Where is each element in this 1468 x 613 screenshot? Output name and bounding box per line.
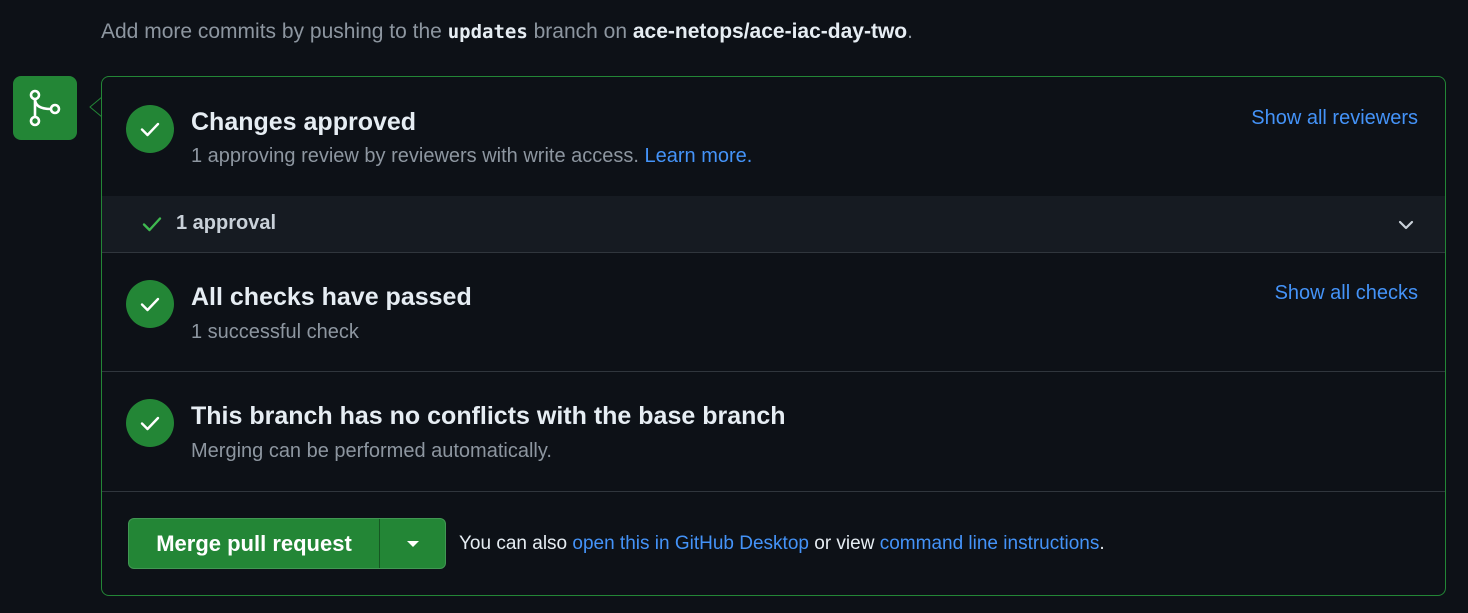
checks-check-icon — [126, 280, 174, 328]
merge-options-dropdown[interactable] — [380, 519, 445, 568]
intro-prefix: Add more commits by pushing to the — [101, 20, 442, 43]
also-prefix: You can also — [459, 533, 568, 554]
intro-suffix: . — [907, 20, 913, 43]
approval-check-icon — [142, 217, 162, 232]
conflicts-subtitle: Merging can be performed automatically. — [191, 440, 552, 462]
merge-button-group: Merge pull request — [128, 518, 446, 569]
section-divider — [102, 371, 1445, 372]
merge-alternatives-text: You can also open this in GitHub Desktop… — [459, 533, 1105, 555]
show-all-checks-link[interactable]: Show all checks — [1275, 282, 1418, 305]
repo-name: ace-netops/ace-iac-day-two — [632, 20, 908, 43]
checks-title: All checks have passed — [191, 283, 472, 311]
conflicts-title: This branch has no conflicts with the ba… — [191, 402, 786, 430]
panel-pointer — [89, 97, 102, 117]
learn-more-link[interactable]: Learn more. — [645, 145, 753, 167]
section-divider — [102, 491, 1445, 492]
caret-down-icon — [406, 540, 419, 547]
reviews-subtitle: 1 approving review by reviewers with wri… — [191, 145, 752, 168]
show-all-reviewers-link[interactable]: Show all reviewers — [1251, 107, 1418, 130]
also-suffix: . — [1099, 533, 1105, 554]
merge-status-panel: Changes approved 1 approving review by r… — [101, 76, 1446, 596]
or-view-text: or view — [814, 533, 875, 554]
checks-subtitle: 1 successful check — [191, 321, 359, 343]
git-merge-badge — [13, 76, 77, 140]
git-merge-icon — [29, 89, 61, 127]
branch-name: updates — [447, 21, 528, 43]
approvals-toggle-row[interactable]: 1 approval — [102, 196, 1445, 253]
command-line-instructions-link[interactable]: command line instructions — [880, 533, 1100, 554]
merge-intro-text: Add more commits by pushing to the updat… — [101, 20, 913, 44]
intro-middle: branch on — [533, 20, 628, 43]
approval-count: 1 approval — [176, 212, 277, 234]
reviews-subtitle-text: 1 approving review by reviewers with wri… — [191, 145, 639, 167]
reviews-title: Changes approved — [191, 108, 417, 136]
chevron-down-icon[interactable] — [1397, 216, 1415, 234]
reviews-check-icon — [126, 105, 174, 153]
merge-pull-request-button[interactable]: Merge pull request — [129, 519, 380, 568]
conflicts-check-icon — [126, 399, 174, 447]
github-desktop-link[interactable]: open this in GitHub Desktop — [572, 533, 809, 554]
